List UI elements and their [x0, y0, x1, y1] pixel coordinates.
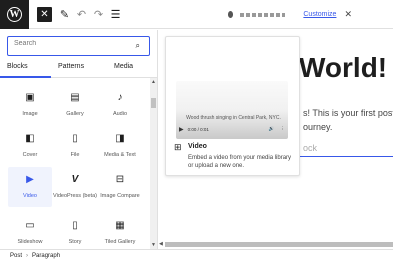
file-icon: ▯: [72, 133, 78, 144]
inserter-tabs: Blocks Patterns Media: [0, 60, 158, 78]
slideshow-icon: ▭: [25, 220, 35, 231]
scrollbar-thumb[interactable]: [151, 98, 156, 108]
tab-patterns[interactable]: Patterns: [58, 63, 84, 70]
audio-icon: ♪: [117, 92, 123, 103]
gallery-icon: ▤: [70, 92, 80, 103]
document-title[interactable]: [240, 12, 286, 17]
paragraph-line[interactable]: ourney.: [303, 122, 332, 132]
block-inserter-panel: ⌕ Blocks Patterns Media ▣ Image ▤ Galler…: [0, 30, 158, 249]
block-label: Image Compare: [100, 193, 140, 199]
post-title[interactable]: World!: [299, 52, 387, 84]
block-media-text[interactable]: ◨ Media & Text: [98, 126, 142, 166]
redo-button[interactable]: ↷: [91, 7, 106, 22]
block-label: VideoPress (beta): [53, 193, 97, 199]
video-block-icon: ⊞: [174, 142, 182, 152]
block-story[interactable]: ▯ Story: [53, 213, 97, 249]
chevron-right-icon: ›: [26, 252, 29, 259]
story-icon: ▯: [72, 220, 78, 231]
search-input[interactable]: [14, 40, 124, 47]
block-tiled-gallery[interactable]: ▦ Tiled Gallery: [98, 213, 142, 249]
play-icon: ▶: [179, 126, 184, 133]
block-preview-popover: ▶ 0:00 / 0:01 🔊 ⋮ Wood thrush singing in…: [165, 36, 300, 176]
block-gallery[interactable]: ▤ Gallery: [53, 85, 97, 125]
dismiss-icon[interactable]: ✕: [344, 9, 352, 20]
block-placeholder[interactable]: ock: [303, 143, 317, 153]
more-icon: ⋮: [280, 126, 286, 131]
block-videopress[interactable]: V VideoPress (beta): [53, 167, 97, 207]
document-bar: Customize ✕: [228, 8, 352, 21]
block-video[interactable]: ▶ Video: [8, 167, 52, 207]
block-image-compare[interactable]: ⊟ Image Compare: [98, 167, 142, 207]
block-label: Video: [23, 193, 37, 199]
block-label: Gallery: [66, 111, 84, 117]
customize-link[interactable]: Customize: [303, 11, 336, 18]
inserter-scrollbar[interactable]: ▲ ▼: [150, 78, 157, 249]
video-caption: Wood thrush singing in Central Park, NYC…: [186, 115, 281, 121]
video-controls: ▶ 0:00 / 0:01 🔊 ⋮: [179, 124, 285, 134]
active-tab-indicator: [0, 76, 51, 78]
block-file[interactable]: ▯ File: [53, 126, 97, 166]
block-label: Tiled Gallery: [104, 239, 136, 245]
videopress-icon: V: [71, 174, 79, 185]
wordpress-icon: W: [7, 7, 22, 22]
tiled-gallery-icon: ▦: [115, 220, 125, 231]
block-label: Media & Text: [104, 152, 136, 158]
block-grid: ▣ Image ▤ Gallery ♪ Audio ◧ Cover ▯ File…: [0, 80, 148, 249]
search-icon[interactable]: ⌕: [136, 41, 140, 51]
search-box: ⌕: [7, 36, 150, 56]
block-image[interactable]: ▣ Image: [8, 85, 52, 125]
edit-tools-button[interactable]: ✎: [57, 7, 72, 22]
block-label: Slideshow: [17, 239, 43, 245]
block-label: Image: [22, 111, 38, 117]
close-inserter-button[interactable]: ✕: [37, 7, 52, 22]
image-icon: ▣: [25, 92, 35, 103]
video-preview: ▶ 0:00 / 0:01 🔊 ⋮: [176, 81, 288, 139]
wordpress-logo-button[interactable]: W: [0, 0, 29, 29]
block-label: File: [70, 152, 80, 158]
video-time: 0:00 / 0:01: [187, 126, 209, 132]
scroll-up-icon[interactable]: ▲: [151, 79, 156, 85]
block-slideshow[interactable]: ▭ Slideshow: [8, 213, 52, 249]
top-toolbar: W ✕ ✎ ↶ ↷ ☰ Customize ✕: [0, 0, 393, 29]
block-label: Audio: [112, 111, 128, 117]
site-icon: [228, 11, 234, 18]
undo-button[interactable]: ↶: [74, 7, 89, 22]
tab-media[interactable]: Media: [114, 63, 133, 70]
breadcrumb-paragraph[interactable]: Paragraph: [32, 253, 60, 259]
video-icon: ▶: [26, 174, 34, 185]
breadcrumb-post[interactable]: Post: [10, 253, 22, 259]
scroll-down-icon[interactable]: ▼: [151, 242, 156, 248]
list-view-button[interactable]: ☰: [108, 7, 123, 22]
tab-blocks[interactable]: Blocks: [7, 63, 28, 70]
block-breadcrumb: Post › Paragraph: [0, 249, 393, 261]
image-compare-icon: ⊟: [115, 174, 125, 185]
volume-icon: 🔊: [268, 126, 275, 131]
preview-title: Video: [188, 143, 207, 150]
block-label: Story: [68, 239, 82, 245]
paragraph-line[interactable]: s! This is your first post. E: [303, 108, 393, 118]
block-cover[interactable]: ◧ Cover: [8, 126, 52, 166]
media-text-icon: ◨: [115, 133, 125, 144]
block-audio[interactable]: ♪ Audio: [98, 85, 142, 125]
preview-description: Embed a video from your media library or…: [188, 155, 292, 169]
block-label: Cover: [22, 152, 38, 158]
horizontal-scrollbar[interactable]: ◀: [159, 241, 393, 247]
scroll-left-icon[interactable]: ◀: [159, 241, 163, 247]
cover-icon: ◧: [25, 133, 35, 144]
